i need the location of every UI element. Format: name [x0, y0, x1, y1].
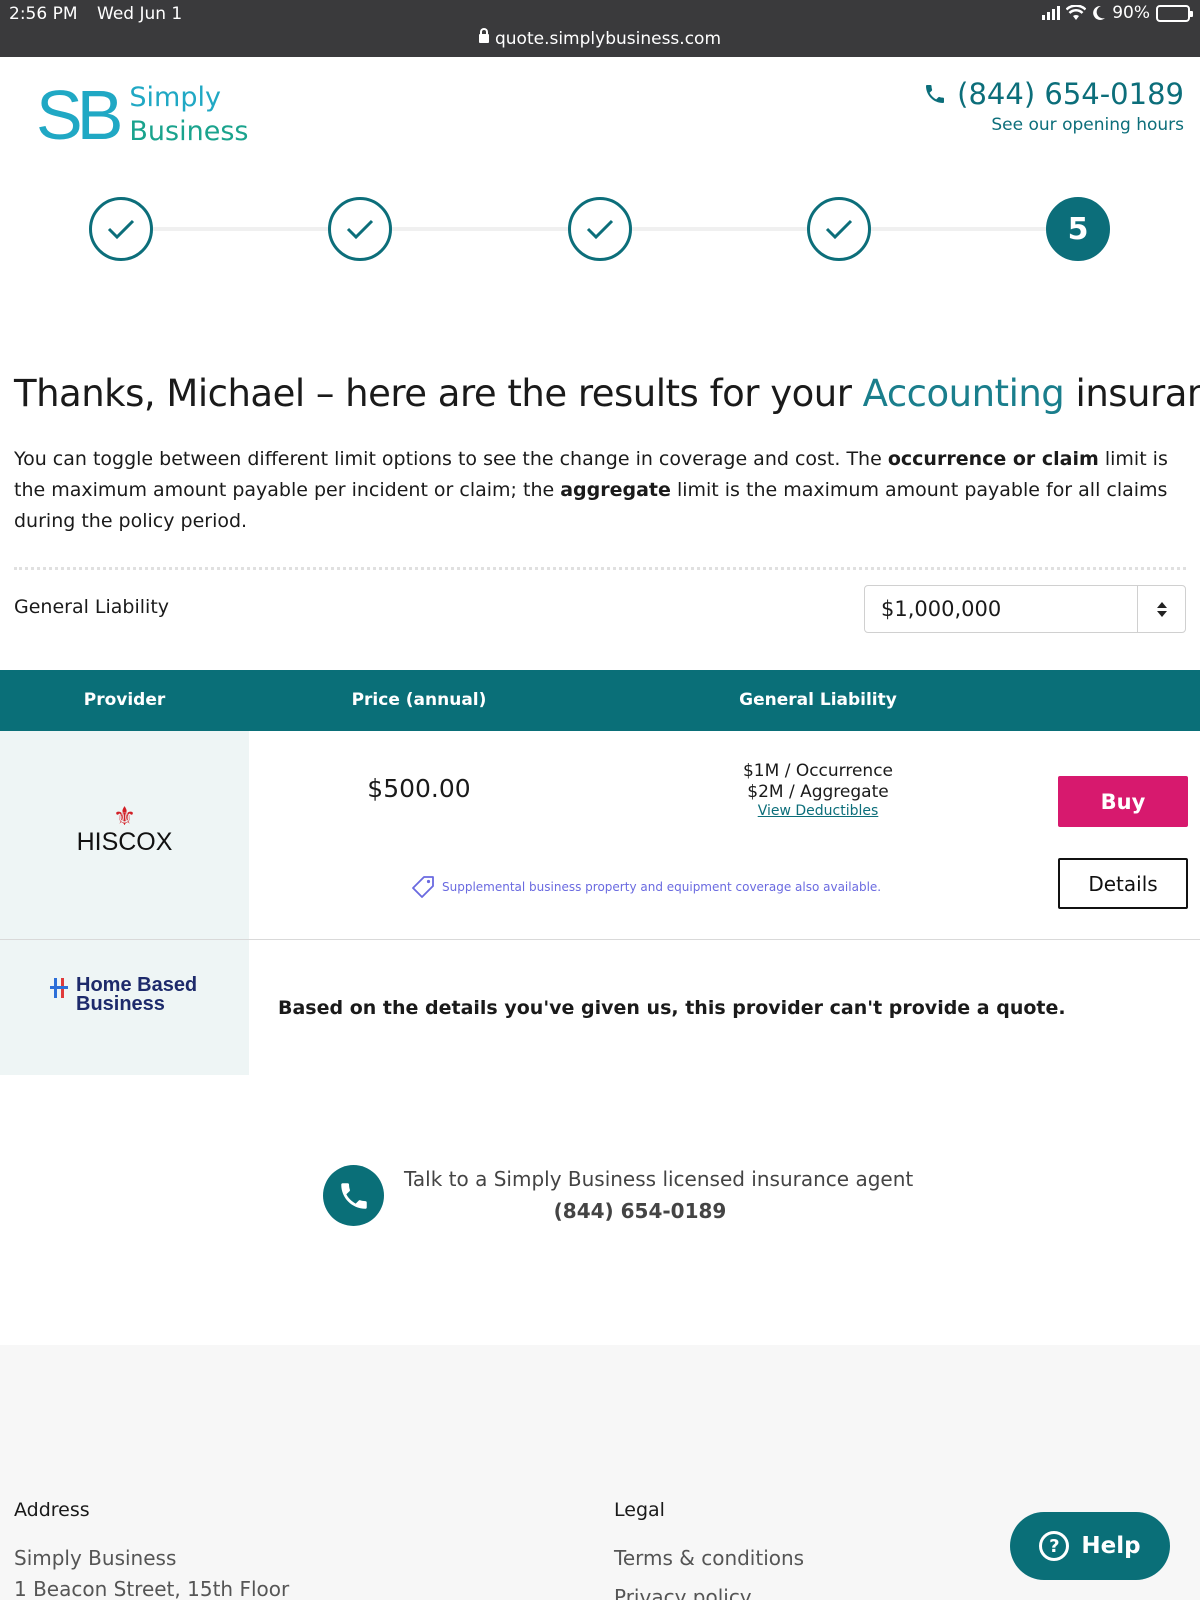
battery-icon [1156, 4, 1193, 22]
home-based-business-logo: Home Based Business [48, 975, 197, 1015]
step-1-complete[interactable] [89, 197, 153, 261]
divider [14, 567, 1186, 570]
column-header-provider: Provider [83, 690, 166, 710]
hbb-mark-icon [50, 978, 68, 998]
wifi-icon [1066, 5, 1087, 20]
hiscox-logo: ⚜ HISCOX [0, 802, 249, 857]
footer-legal-heading: Legal [614, 1499, 665, 1521]
results-table-header: Provider Price (annual) General Liabilit… [0, 670, 1200, 731]
step-4-complete[interactable] [807, 197, 871, 261]
agent-phone-link[interactable]: (844) 654-0189 [404, 1199, 876, 1223]
view-deductibles-link[interactable]: View Deductibles [718, 803, 918, 820]
supplemental-note: Supplemental business property and equip… [410, 874, 881, 900]
checkmark-icon [825, 219, 853, 240]
intro-text-1: You can toggle between different limit o… [14, 448, 888, 470]
status-date: Wed Jun 1 [97, 4, 183, 24]
limit-label: General Liability [14, 596, 170, 618]
terms-link[interactable]: Terms & conditions [614, 1546, 804, 1570]
footer-address-line: Simply Business [14, 1546, 177, 1570]
agent-phone-button[interactable] [323, 1165, 384, 1226]
simply-business-logo[interactable]: SB Simply Business [36, 80, 248, 150]
title-text-start: Thanks, Michael – here are the results f… [14, 372, 863, 415]
supplemental-text: Supplemental business property and equip… [442, 880, 882, 894]
aggregate-limit: $2M / Aggregate [747, 782, 889, 802]
price-annual: $500.00 [367, 774, 471, 803]
help-button[interactable]: ? Help [1010, 1512, 1170, 1580]
intro-term-aggregate: aggregate [560, 479, 671, 501]
help-label: Help [1081, 1533, 1141, 1559]
footer-address-line: 1 Beacon Street, 15th Floor [14, 1577, 290, 1600]
coverage-limits: $1M / Occurrence $2M / Aggregate View De… [718, 761, 918, 820]
privacy-policy-link[interactable]: Privacy policy [614, 1585, 752, 1600]
intro-paragraph: You can toggle between different limit o… [14, 444, 1184, 537]
column-header-price: Price (annual) [351, 690, 487, 710]
details-button[interactable]: Details [1058, 858, 1188, 909]
hiscox-wordmark: HISCOX [76, 828, 173, 856]
moon-icon [1093, 5, 1106, 20]
table-row: ⚜ HISCOX $500.00 $1M / Occurrence $2M / … [0, 731, 1200, 940]
title-text-end: insurance [1075, 372, 1200, 415]
step-5-current: 5 [1046, 197, 1110, 261]
checkmark-icon [107, 219, 135, 240]
hbb-name-line2: Business [76, 993, 165, 1015]
logo-mark: SB [36, 76, 123, 154]
tag-icon [412, 876, 434, 898]
header-phone-link[interactable]: (844) 654-0189 [923, 77, 1184, 111]
provider-logo-cell: Home Based Business [0, 940, 249, 1075]
logo-wordmark: Simply Business [129, 81, 248, 149]
status-bar: 2:56 PM Wed Jun 1 90% quote.simplybusine… [0, 0, 1200, 57]
status-indicators: 90% [1042, 3, 1193, 23]
status-time: 2:56 PM [9, 4, 78, 24]
step-2-complete[interactable] [328, 197, 392, 261]
header-phone-number: (844) 654-0189 [957, 77, 1184, 111]
no-quote-message: Based on the details you've given us, th… [278, 997, 1066, 1019]
opening-hours-link[interactable]: See our opening hours [923, 115, 1184, 135]
logo-word-simply: Simply [129, 82, 221, 113]
title-trade: Accounting [862, 372, 1065, 415]
column-header-general-liability: General Liability [739, 690, 897, 710]
select-arrows-icon [1137, 586, 1185, 632]
table-row: Home Based Business Based on the details… [0, 940, 1200, 1075]
provider-logo-cell: ⚜ HISCOX [0, 731, 249, 939]
fleur-de-lis-icon: ⚜ [112, 802, 137, 832]
logo-word-business: Business [129, 116, 249, 147]
occurrence-limit: $1M / Occurrence [742, 761, 894, 781]
checkmark-icon [346, 219, 374, 240]
address-bar[interactable]: quote.simplybusiness.com [0, 28, 1200, 49]
battery-percent: 90% [1112, 3, 1150, 23]
cellular-signal-icon [1042, 6, 1061, 20]
intro-term-occurrence: occurrence or claim [887, 448, 1099, 470]
buy-button[interactable]: Buy [1058, 776, 1188, 827]
limit-select-value: $1,000,000 [881, 597, 1002, 621]
step-3-complete[interactable] [568, 197, 632, 261]
url-text: quote.simplybusiness.com [494, 29, 721, 49]
phone-icon [340, 1182, 367, 1209]
agent-prompt: Talk to a Simply Business licensed insur… [404, 1167, 914, 1191]
phone-icon [926, 85, 945, 103]
limit-select[interactable]: $1,000,000 [864, 585, 1186, 633]
question-mark-icon: ? [1039, 1531, 1070, 1561]
footer-address-heading: Address [14, 1499, 90, 1521]
page-title: Thanks, Michael – here are the results f… [14, 372, 1200, 415]
lock-icon [478, 28, 489, 43]
header-contact: (844) 654-0189 See our opening hours [923, 77, 1184, 135]
checkmark-icon [586, 219, 614, 240]
